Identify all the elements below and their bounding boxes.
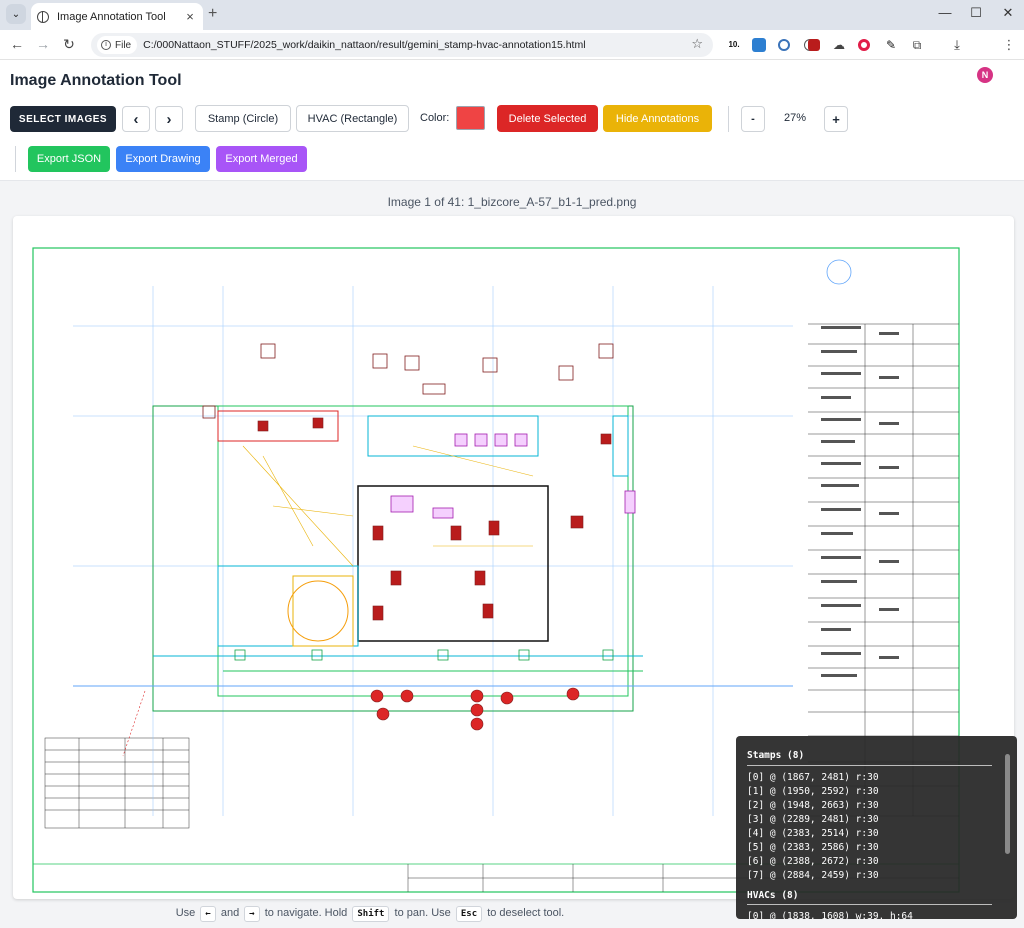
browser-tab-strip: ⌄ Image Annotation Tool × + — ☐ ✕ [0, 0, 1024, 30]
stamp-entry[interactable]: [7] @ (2884, 2459) r:30 [747, 870, 879, 881]
tab-close-icon[interactable]: × [183, 9, 197, 24]
zoom-level: 27% [783, 112, 807, 124]
stamp-entry[interactable]: [6] @ (2388, 2672) r:30 [747, 856, 879, 867]
minimize-icon[interactable]: — [930, 5, 960, 20]
esc-key: Esc [455, 906, 483, 922]
color-picker[interactable] [456, 106, 485, 130]
stamp-entry[interactable]: [5] @ (2383, 2586) r:30 [747, 842, 879, 853]
refresh-extension-icon[interactable] [778, 39, 790, 51]
tab-title: Image Annotation Tool [57, 10, 166, 23]
puzzle-extensions-icon[interactable]: ⧉ [910, 38, 924, 52]
printer-extension-icon[interactable] [752, 38, 766, 52]
address-bar[interactable]: i File C:/000Nattaon_STUFF/2025_work/dai… [91, 33, 713, 57]
reload-icon[interactable]: ↻ [60, 36, 78, 53]
download-icon[interactable]: ⤓ [950, 38, 964, 52]
window-close-icon[interactable]: ✕ [993, 5, 1023, 21]
page-title: Image Annotation Tool [10, 72, 182, 89]
browser-menu-icon[interactable]: ⋮ [1002, 38, 1016, 52]
info-icon: i [101, 40, 111, 50]
next-image-button[interactable]: › [155, 106, 183, 132]
right-arrow-key: → [244, 906, 260, 922]
red-square-extension-icon[interactable] [808, 39, 820, 51]
select-images-button[interactable]: SELECT IMAGES [10, 106, 116, 132]
back-icon[interactable]: ← [8, 36, 26, 52]
stamp-entry[interactable]: [4] @ (2383, 2514) r:30 [747, 828, 879, 839]
pen-extension-icon[interactable]: ✎ [884, 38, 898, 52]
forward-icon[interactable]: → [34, 36, 52, 52]
panel-divider [747, 904, 992, 905]
stamp-entry[interactable]: [3] @ (2289, 2481) r:30 [747, 814, 879, 825]
export-drawing-button[interactable]: Export Drawing [116, 146, 210, 172]
tab-search-icon[interactable]: ⌄ [6, 4, 26, 24]
profile-avatar[interactable]: N [977, 67, 993, 83]
zoom-out-button[interactable]: - [741, 106, 765, 132]
scheme-label: File [115, 39, 132, 51]
stamp-entry[interactable]: [0] @ (1867, 2481) r:30 [747, 772, 879, 783]
browser-tab[interactable]: Image Annotation Tool × [31, 3, 203, 30]
export-merged-button[interactable]: Export Merged [216, 146, 307, 172]
export-json-button[interactable]: Export JSON [28, 146, 110, 172]
shift-key: Shift [352, 906, 390, 922]
stamp-entry[interactable]: [2] @ (1948, 2663) r:30 [747, 800, 879, 811]
image-info: Image 1 of 41: 1_bizcore_A-57_b1-1_pred.… [387, 195, 637, 209]
stamps-heading: Stamps (8) [747, 750, 805, 761]
hvac-tool-button[interactable]: HVAC (Rectangle) [296, 105, 409, 132]
toolbar-separator [15, 146, 16, 172]
hide-annotations-button[interactable]: Hide Annotations [603, 105, 712, 132]
left-arrow-key: ← [200, 906, 216, 922]
stamp-entry[interactable]: [1] @ (1950, 2592) r:30 [747, 786, 879, 797]
new-tab-icon[interactable]: + [208, 5, 217, 23]
color-label: Color: [420, 112, 450, 124]
panel-scroll-thumb[interactable] [1005, 754, 1010, 854]
panel-divider [747, 765, 992, 766]
hvacs-heading: HVACs (8) [747, 890, 799, 901]
browser-toolbar: ← → ↻ i File C:/000Nattaon_STUFF/2025_wo… [0, 30, 1024, 83]
toolbar-separator [728, 106, 729, 132]
url-text: C:/000Nattaon_STUFF/2025_work/daikin_nat… [143, 39, 586, 51]
panel-scrollbar[interactable] [1004, 744, 1011, 904]
opera-extension-icon[interactable] [858, 39, 870, 51]
maximize-icon[interactable]: ☐ [961, 5, 991, 21]
cloud-extension-icon[interactable]: ☁ [832, 38, 846, 52]
stamp-tool-button[interactable]: Stamp (Circle) [195, 105, 291, 132]
zoom-in-button[interactable]: + [824, 106, 848, 132]
delete-selected-button[interactable]: Delete Selected [497, 105, 598, 132]
bookmark-star-icon[interactable]: ☆ [691, 36, 703, 52]
globe-icon [37, 10, 49, 23]
extension-badge[interactable]: 10. [727, 38, 741, 52]
hvac-entry[interactable]: [0] @ (1838, 1608) w:39, h:64 [747, 911, 913, 919]
site-info-chip[interactable]: i File [97, 36, 138, 54]
annotation-list-panel[interactable]: Stamps (8) [0] @ (1867, 2481) r:30 [1] @… [736, 736, 1017, 919]
keyboard-hint: Use ← and → to navigate. Hold Shift to p… [0, 906, 740, 922]
prev-image-button[interactable]: ‹ [122, 106, 150, 132]
